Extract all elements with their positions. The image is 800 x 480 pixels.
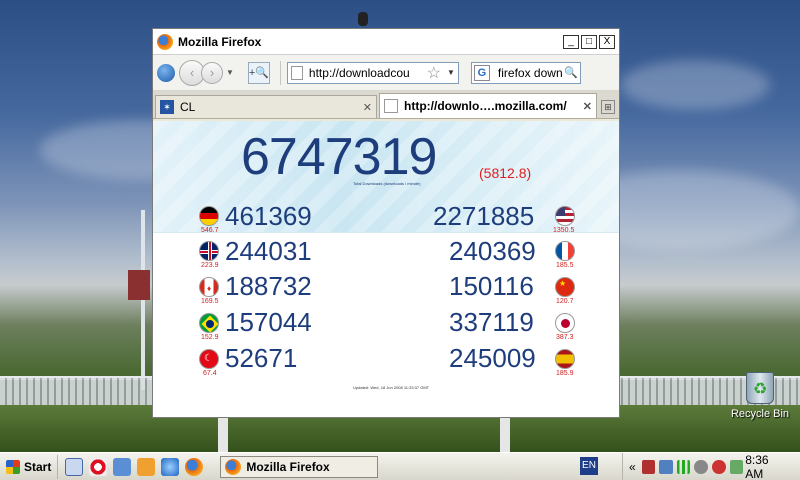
url-dropdown-icon[interactable]: ▼ — [447, 68, 455, 77]
navigation-toolbar: ‹ › ▼ +🔍 http://downloadcou ☆ ▼ G firefo… — [153, 55, 619, 91]
total-rate: (5812.8) — [479, 165, 532, 181]
history-dropdown-icon[interactable]: ▼ — [226, 68, 234, 77]
country-count: 337119 — [449, 307, 534, 337]
country-rate: 169.5 — [201, 298, 219, 305]
page-tab-icon — [384, 99, 398, 113]
back-forward-group: ‹ › ▼ — [179, 59, 234, 86]
country-rate: 120.7 — [556, 298, 574, 305]
url-bar[interactable]: http://downloadcou ☆ ▼ — [286, 61, 459, 84]
country-count: 245009 — [449, 343, 536, 373]
usa-flag-icon — [555, 206, 575, 226]
page-icon — [290, 65, 303, 80]
title-bar[interactable]: Mozilla Firefox _ □ X — [153, 29, 619, 55]
security-icon[interactable] — [659, 459, 673, 474]
country-count: 157044 — [225, 307, 312, 337]
search-bar[interactable]: G firefox down 🔍 — [470, 61, 581, 84]
taskbar: Start Mozilla Firefox EN « 8:36 AM — [0, 452, 800, 480]
tab-bar: ✶ CL ✕ http://downlo….mozilla.com/ ✕ ⊞ — [153, 91, 619, 119]
total-downloads: 6747319 — [241, 128, 437, 186]
flag-banner — [128, 270, 150, 300]
taskbar-firefox-label: Mozilla Firefox — [246, 459, 330, 474]
list-all-tabs-icon[interactable]: ⊞ — [601, 100, 615, 114]
signal-strength-icon[interactable] — [676, 459, 691, 474]
country-count: 244031 — [225, 236, 312, 266]
window-title: Mozilla Firefox — [178, 34, 262, 49]
uk-flag-icon — [199, 241, 219, 261]
country-rate: 67.4 — [203, 370, 217, 377]
search-input[interactable]: firefox down — [498, 66, 562, 80]
flagpole — [141, 210, 145, 390]
spain-flag-icon — [555, 349, 575, 369]
tab-label: http://downlo….mozilla.com/ — [404, 99, 567, 113]
start-button[interactable]: Start — [0, 454, 59, 479]
google-search-engine-icon[interactable]: G — [473, 64, 490, 81]
tab-downloads[interactable]: http://downlo….mozilla.com/ ✕ — [379, 93, 597, 118]
country-rate: 223.9 — [201, 262, 219, 269]
country-rate: 185.5 — [556, 262, 574, 269]
recycle-bin-label: Recycle Bin — [730, 408, 790, 420]
firefox-quicklaunch-icon[interactable] — [185, 457, 204, 476]
china-flag-icon: ★ — [555, 277, 575, 297]
recycle-bin-desktop-icon[interactable]: Recycle Bin — [728, 372, 792, 420]
opera-icon[interactable] — [89, 457, 108, 476]
page-content: 6747319 (5812.8) Total Downloads (downlo… — [153, 121, 619, 417]
total-caption: Total Downloads (downloads / minute) — [353, 181, 421, 186]
country-rate: 546.7 — [201, 227, 219, 234]
taskbar-firefox-button[interactable]: Mozilla Firefox — [220, 455, 379, 478]
quick-launch-app-icon[interactable] — [113, 457, 132, 476]
firefox-logo-icon — [225, 458, 242, 475]
url-text[interactable]: http://downloadcou — [309, 66, 425, 80]
germany-flag-icon — [199, 206, 219, 226]
globe-icon[interactable] — [157, 63, 175, 82]
clock[interactable]: 8:36 AM — [745, 453, 788, 480]
updated-timestamp: Updated: Wed, 18 Jun 2008 11:33:37 GMT — [353, 385, 430, 390]
country-count: 150116 — [449, 271, 534, 301]
notepad-icon[interactable] — [65, 457, 84, 476]
country-count: 240369 — [449, 236, 536, 266]
firefox-logo-icon — [157, 33, 173, 50]
close-tab-icon[interactable]: ✕ — [583, 100, 592, 113]
windows-logo-icon — [6, 459, 20, 474]
country-rate: 387.3 — [556, 334, 574, 341]
show-hidden-icons-chevron[interactable]: « — [629, 460, 636, 474]
tab-label: CL — [180, 100, 196, 114]
maximize-button[interactable]: □ — [581, 34, 597, 49]
country-count: 2271885 — [433, 201, 535, 231]
network-icon[interactable] — [641, 459, 656, 474]
close-tab-icon[interactable]: ✕ — [363, 101, 372, 114]
canada-flag-icon: ♦ — [199, 277, 219, 297]
hero-banner: 6747319 (5812.8) Total Downloads (downlo… — [153, 121, 619, 233]
country-count: 52671 — [225, 343, 298, 373]
language-indicator[interactable]: EN — [580, 457, 598, 475]
start-label: Start — [24, 459, 52, 474]
country-rate: 1350.5 — [553, 227, 575, 234]
cl-tab-icon: ✶ — [160, 100, 174, 114]
country-rate: 152.9 — [201, 334, 219, 341]
quick-launch-tool-icon[interactable] — [137, 457, 156, 476]
france-flag-icon — [555, 241, 575, 261]
country-count: 188732 — [225, 271, 312, 301]
close-button[interactable]: X — [599, 34, 615, 49]
zoom-icon[interactable]: +🔍 — [247, 61, 270, 84]
tray-app-icon[interactable] — [694, 459, 709, 474]
tab-cl[interactable]: ✶ CL ✕ — [155, 95, 377, 118]
search-icon[interactable]: 🔍 — [564, 66, 578, 79]
japan-flag-icon — [555, 313, 575, 333]
turkey-flag-icon: ☾ — [199, 349, 219, 369]
firefox-window: Mozilla Firefox _ □ X ‹ › ▼ +🔍 http://do… — [152, 28, 620, 418]
tray-alert-icon[interactable] — [712, 459, 726, 474]
recycle-bin-icon — [746, 372, 774, 404]
decorative-knob — [358, 12, 368, 26]
country-count: 461369 — [225, 201, 312, 231]
minimize-button[interactable]: _ — [563, 34, 579, 49]
tray-status-icon[interactable] — [729, 459, 744, 474]
bookmark-star-icon[interactable]: ☆ — [427, 63, 441, 83]
system-tray: « 8:36 AM — [622, 453, 800, 480]
country-rate: 185.9 — [556, 370, 574, 377]
internet-explorer-icon[interactable] — [161, 457, 180, 476]
brazil-flag-icon — [199, 313, 219, 333]
forward-button[interactable]: › — [201, 61, 223, 84]
